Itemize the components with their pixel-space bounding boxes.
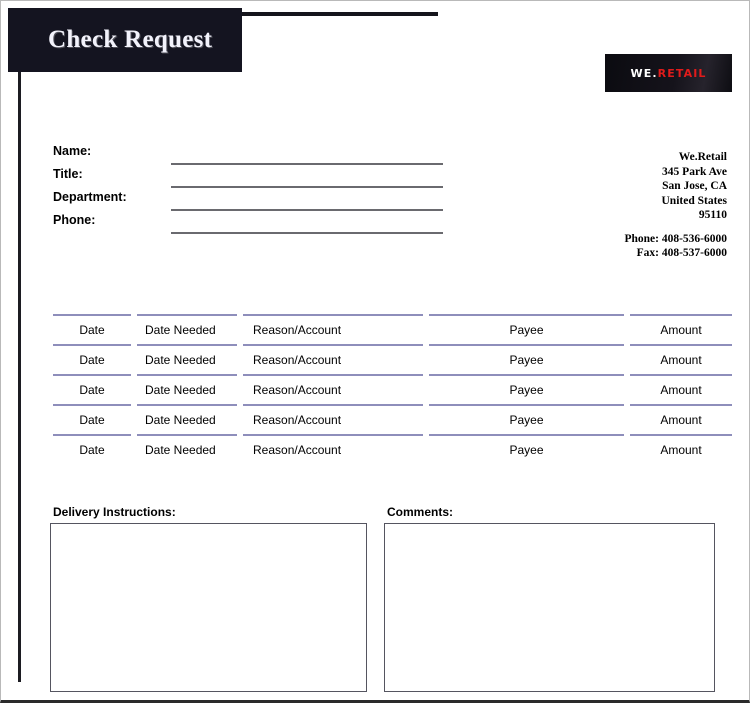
cell-payee[interactable]: Payee <box>429 344 624 374</box>
phone-label: Phone: <box>53 213 96 227</box>
cell-date[interactable]: Date <box>53 434 131 464</box>
logo-wordmark: WE.RETAIL <box>631 67 707 80</box>
cell-amount[interactable]: Amount <box>630 434 732 464</box>
cell-date[interactable]: Date <box>53 344 131 374</box>
cell-date-needed[interactable]: Date Needed <box>137 374 237 404</box>
table-row[interactable]: Date Date Needed Reason/Account Payee Am… <box>53 374 732 404</box>
cell-reason-account[interactable]: Reason/Account <box>243 344 423 374</box>
cell-amount[interactable]: Amount <box>630 374 732 404</box>
cell-date-needed[interactable]: Date Needed <box>137 344 237 374</box>
cell-amount[interactable]: Amount <box>630 314 732 344</box>
company-city-state: San Jose, CA <box>662 180 727 192</box>
cell-reason-account[interactable]: Reason/Account <box>243 374 423 404</box>
field-row-phone: Phone: <box>53 213 443 236</box>
cell-date[interactable]: Date <box>53 374 131 404</box>
company-address-block: We.Retail 345 Park Ave San Jose, CA Unit… <box>624 150 727 261</box>
field-row-department: Department: <box>53 190 443 213</box>
comments-label: Comments: <box>387 505 454 519</box>
table-row[interactable]: Date Date Needed Reason/Account Payee Am… <box>53 344 732 374</box>
header-divider-rule <box>242 12 438 16</box>
delivery-instructions-input[interactable] <box>50 523 367 692</box>
delivery-instructions-label: Delivery Instructions: <box>53 505 176 519</box>
form-header-banner: Check Request <box>8 8 242 72</box>
field-row-title: Title: <box>53 167 443 190</box>
field-row-name: Name: <box>53 144 443 167</box>
we-retail-logo: WE.RETAIL <box>605 54 732 92</box>
department-label: Department: <box>53 190 127 204</box>
logo-text-primary: WE. <box>630 66 658 80</box>
cell-amount[interactable]: Amount <box>630 344 732 374</box>
cell-amount[interactable]: Amount <box>630 404 732 434</box>
company-phone: Phone: 408-536-6000 <box>624 232 727 245</box>
left-margin-rule <box>18 72 21 682</box>
title-input-line[interactable] <box>171 186 443 188</box>
company-fax: Fax: 408-537-6000 <box>636 247 727 259</box>
check-request-form: Check Request WE.RETAIL Name: Title: Dep… <box>0 0 750 703</box>
phone-input-line[interactable] <box>171 232 443 234</box>
check-request-table: Date Date Needed Reason/Account Payee Am… <box>53 314 732 464</box>
company-zip: 95110 <box>698 209 727 221</box>
cell-date-needed[interactable]: Date Needed <box>137 404 237 434</box>
requester-fields: Name: Title: Department: Phone: <box>53 144 443 236</box>
cell-date-needed[interactable]: Date Needed <box>137 314 237 344</box>
cell-payee[interactable]: Payee <box>429 374 624 404</box>
cell-reason-account[interactable]: Reason/Account <box>243 314 423 344</box>
title-label: Title: <box>53 167 83 181</box>
page-title: Check Request <box>48 26 213 53</box>
department-input-line[interactable] <box>171 209 443 211</box>
comments-input[interactable] <box>384 523 715 692</box>
company-country: United States <box>661 194 728 207</box>
logo-text-accent: RETAIL <box>657 66 707 80</box>
table-row[interactable]: Date Date Needed Reason/Account Payee Am… <box>53 404 732 434</box>
cell-payee[interactable]: Payee <box>429 314 624 344</box>
name-label: Name: <box>53 144 92 158</box>
address-spacer <box>624 223 727 232</box>
name-input-line[interactable] <box>171 163 443 165</box>
cell-date-needed[interactable]: Date Needed <box>137 434 237 464</box>
cell-reason-account[interactable]: Reason/Account <box>243 434 423 464</box>
company-name: We.Retail <box>678 151 727 163</box>
table-row[interactable]: Date Date Needed Reason/Account Payee Am… <box>53 314 732 344</box>
cell-reason-account[interactable]: Reason/Account <box>243 404 423 434</box>
table-row[interactable]: Date Date Needed Reason/Account Payee Am… <box>53 434 732 464</box>
cell-payee[interactable]: Payee <box>429 434 624 464</box>
cell-date[interactable]: Date <box>53 314 131 344</box>
company-street: 345 Park Ave <box>662 165 727 178</box>
cell-payee[interactable]: Payee <box>429 404 624 434</box>
cell-date[interactable]: Date <box>53 404 131 434</box>
